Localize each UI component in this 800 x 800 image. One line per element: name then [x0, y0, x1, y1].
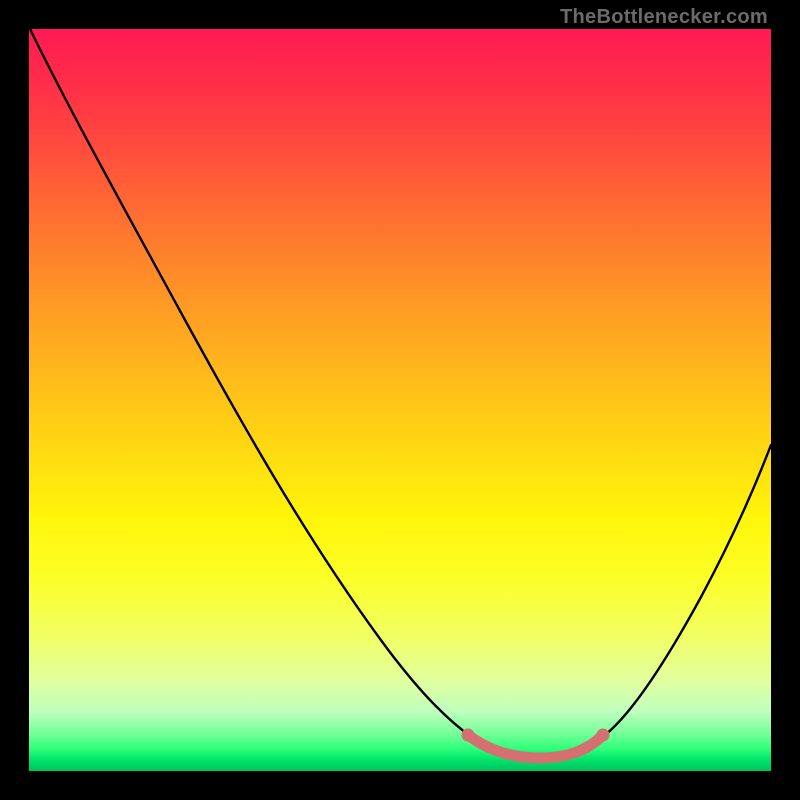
- chart-svg: [29, 29, 771, 771]
- bottleneck-curve: [30, 29, 771, 759]
- trough-highlight: [468, 735, 603, 758]
- plot-area: [29, 29, 771, 771]
- highlight-dot-right: [597, 729, 610, 742]
- chart-frame: TheBottlenecker.com: [0, 0, 800, 800]
- attribution-label: TheBottlenecker.com: [560, 6, 768, 29]
- highlight-dot-left: [462, 729, 475, 742]
